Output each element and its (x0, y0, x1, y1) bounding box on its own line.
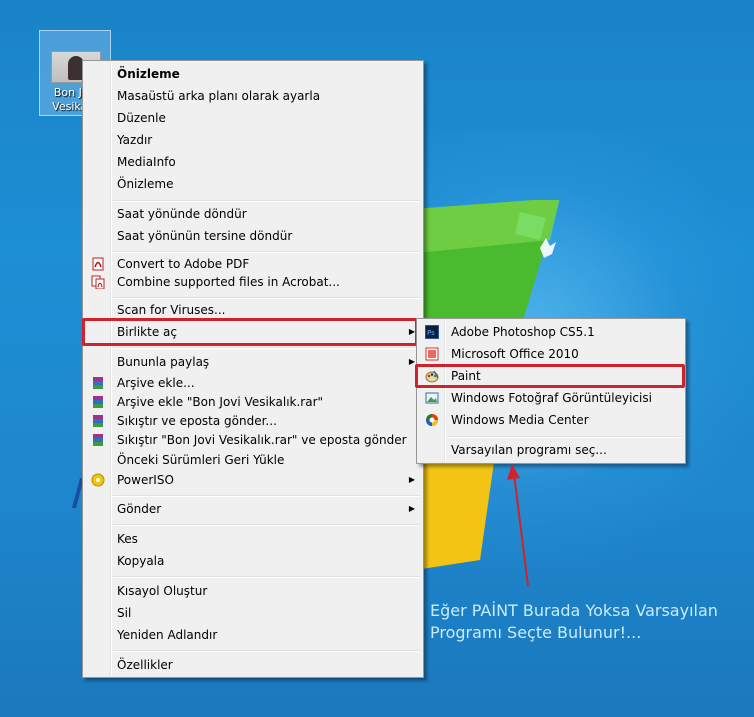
menu-item-preview-default[interactable]: Önizleme (85, 64, 421, 84)
menu-item-label: Bununla paylaş (117, 355, 210, 369)
photo-viewer-icon (425, 392, 439, 404)
menu-item-cut[interactable]: Kes (85, 529, 421, 549)
menu-item-label: Gönder (117, 502, 162, 516)
menu-separator (113, 297, 420, 299)
winrar-icon (93, 434, 103, 446)
menu-item-rename[interactable]: Yeniden Adlandır (85, 625, 421, 645)
menu-item-label: Özellikler (117, 658, 173, 672)
menu-separator (113, 576, 420, 578)
menu-item-send-to[interactable]: Gönder ▶ (85, 499, 421, 519)
menu-item-label: Windows Media Center (451, 413, 589, 427)
menu-item-properties[interactable]: Özellikler (85, 655, 421, 675)
menu-separator (113, 650, 420, 652)
annotation-text: Eğer PAİNT Burada Yoksa Varsayılan Progr… (430, 600, 718, 644)
menu-item-delete[interactable]: Sil (85, 603, 421, 623)
menu-separator (113, 251, 420, 253)
menu-item-poweriso[interactable]: PowerISO ▶ (85, 470, 421, 490)
pdf-icon (92, 257, 104, 271)
menu-item-label: PowerISO (117, 473, 174, 487)
menu-item-combine-acrobat[interactable]: Combine supported files in Acrobat... (85, 272, 421, 292)
menu-item-restore-previous[interactable]: Önceki Sürümleri Geri Yükle (85, 450, 421, 470)
submenu-item-choose-default[interactable]: Varsayılan programı seç... (419, 440, 683, 460)
menu-item-label: Önizleme (117, 177, 174, 191)
menu-item-label: Combine supported files in Acrobat... (117, 275, 340, 289)
menu-item-label: Yeniden Adlandır (117, 628, 218, 642)
svg-text:Ps: Ps (427, 329, 435, 337)
annotation-arrow (507, 464, 529, 587)
menu-item-edit[interactable]: Düzenle (85, 108, 421, 128)
menu-item-add-archive-named[interactable]: Arşive ekle "Bon Jovi Vesikalık.rar" (85, 392, 421, 412)
menu-item-label: Önceki Sürümleri Geri Yükle (117, 453, 285, 467)
menu-item-label: Sıkıştır ve eposta gönder... (117, 414, 277, 428)
menu-item-label: Saat yönünde döndür (117, 207, 247, 221)
office-picture-icon (425, 347, 439, 361)
acrobat-combine-icon (91, 275, 105, 289)
menu-item-scan-viruses[interactable]: Scan for Viruses... (85, 300, 421, 320)
menu-item-label: Scan for Viruses... (117, 303, 226, 317)
winrar-icon (93, 377, 103, 389)
menu-item-label: MediaInfo (117, 155, 176, 169)
menu-item-label: Arşive ekle "Bon Jovi Vesikalık.rar" (117, 395, 324, 409)
annotation-line-1: Eğer PAİNT Burada Yoksa Varsayılan (430, 601, 718, 620)
menu-item-compress-named-email[interactable]: Sıkıştır "Bon Jovi Vesikalık.rar" ve epo… (85, 430, 421, 450)
media-center-icon (426, 414, 438, 426)
submenu-arrow-icon: ▶ (408, 475, 415, 484)
menu-separator (113, 524, 420, 526)
menu-item-label: Yazdır (117, 133, 153, 147)
submenu-item-photo-viewer[interactable]: Windows Fotoğraf Görüntüleyicisi (419, 388, 683, 408)
menu-item-print[interactable]: Yazdır (85, 130, 421, 150)
menu-item-label: Windows Fotoğraf Görüntüleyicisi (451, 391, 652, 405)
menu-separator (113, 200, 420, 202)
menu-item-label: Önizleme (117, 67, 180, 81)
menu-item-share-with[interactable]: Bununla paylaş ▶ (85, 352, 421, 372)
winrar-icon (93, 396, 103, 408)
menu-item-label: Kopyala (117, 554, 165, 568)
menu-separator (113, 347, 420, 349)
menu-item-label: Adobe Photoshop CS5.1 (451, 325, 595, 339)
menu-item-label: Kes (117, 532, 138, 546)
menu-item-label: Varsayılan programı seç... (451, 443, 607, 457)
menu-item-label: Saat yönünün tersine döndür (117, 229, 293, 243)
menu-item-convert-pdf[interactable]: Convert to Adobe PDF (85, 254, 421, 274)
menu-item-label: Masaüstü arka planı olarak ayarla (117, 89, 321, 103)
submenu-item-photoshop[interactable]: Ps Adobe Photoshop CS5.1 (419, 322, 683, 342)
annotation-line-2: Programı Seçte Bulunur!... (430, 623, 642, 642)
menu-item-label: Düzenle (117, 111, 166, 125)
menu-item-rotate-clockwise[interactable]: Saat yönünde döndür (85, 204, 421, 224)
menu-item-compress-email[interactable]: Sıkıştır ve eposta gönder... (85, 411, 421, 431)
menu-item-label: Sil (117, 606, 132, 620)
menu-item-create-shortcut[interactable]: Kısayol Oluştur (85, 581, 421, 601)
photoshop-icon: Ps (425, 325, 439, 339)
menu-item-copy[interactable]: Kopyala (85, 551, 421, 571)
context-menu: Önizleme Masaüstü arka planı olarak ayar… (82, 60, 424, 678)
winrar-icon (93, 415, 103, 427)
menu-item-label: Sıkıştır "Bon Jovi Vesikalık.rar" ve epo… (117, 433, 407, 447)
open-with-submenu: Ps Adobe Photoshop CS5.1 Microsoft Offic… (416, 318, 686, 464)
submenu-item-media-center[interactable]: Windows Media Center (419, 410, 683, 430)
submenu-item-office[interactable]: Microsoft Office 2010 (419, 344, 683, 364)
poweriso-disc-icon (91, 473, 105, 487)
menu-item-rotate-counterclockwise[interactable]: Saat yönünün tersine döndür (85, 226, 421, 246)
menu-item-label: Arşive ekle... (117, 376, 195, 390)
menu-item-set-background[interactable]: Masaüstü arka planı olarak ayarla (85, 86, 421, 106)
paint-highlight-box (415, 364, 685, 388)
menu-item-label: Kısayol Oluştur (117, 584, 208, 598)
submenu-arrow-icon: ▶ (408, 504, 415, 513)
menu-item-preview[interactable]: Önizleme (85, 174, 421, 194)
menu-item-add-archive[interactable]: Arşive ekle... (85, 373, 421, 393)
menu-separator (113, 495, 420, 497)
menu-item-mediainfo[interactable]: MediaInfo (85, 152, 421, 172)
open-with-highlight-box (82, 318, 418, 346)
menu-separator (447, 436, 682, 438)
menu-item-label: Microsoft Office 2010 (451, 347, 579, 361)
menu-item-label: Convert to Adobe PDF (117, 257, 250, 271)
